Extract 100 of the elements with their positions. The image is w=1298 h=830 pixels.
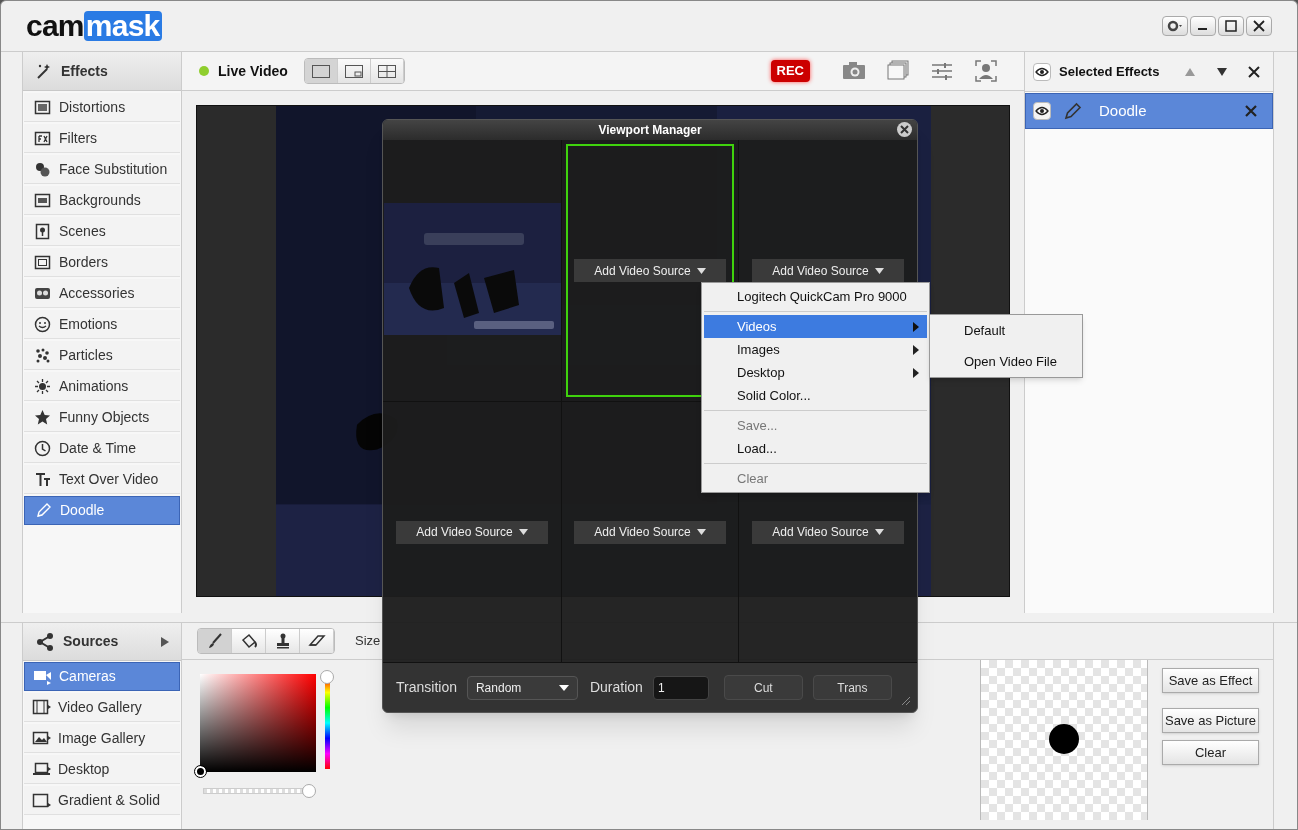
menu-item[interactable]: Load... [704, 437, 927, 460]
color-picker[interactable] [200, 674, 316, 772]
effect-item[interactable]: Particles [24, 341, 180, 370]
effect-item[interactable]: Face Substitution [24, 155, 180, 184]
brush-tool-button[interactable] [198, 629, 232, 653]
dropdown-arrow-icon [558, 684, 569, 691]
slider-thumb[interactable] [320, 670, 334, 684]
dropdown-arrow-icon [874, 529, 884, 535]
dialog-button[interactable]: Cut [723, 675, 803, 700]
action-button[interactable]: Save as Effect [1162, 668, 1259, 693]
effect-item[interactable]: Backgrounds [24, 186, 180, 215]
visibility-toggle[interactable] [1033, 102, 1051, 120]
smiley-icon [34, 315, 51, 333]
dropdown-arrow-icon [874, 267, 884, 274]
live-video-label: Live Video [218, 61, 288, 81]
remove-button[interactable] [1247, 64, 1261, 79]
layout-button[interactable] [337, 59, 371, 83]
effect-item[interactable]: Animations [24, 372, 180, 401]
effect-item[interactable]: Text Over Video [24, 465, 180, 494]
effect-item[interactable]: Filters [24, 124, 180, 153]
source-item[interactable]: Gradient & Solid [24, 786, 180, 815]
logo-text: mask [83, 11, 162, 41]
transition-dropdown[interactable]: Random [466, 675, 578, 700]
menu-item[interactable]: Open Video File [930, 350, 1082, 373]
close-button[interactable] [1246, 16, 1272, 36]
close-icon [1253, 20, 1265, 32]
paint-bucket-tool-button[interactable] [232, 629, 266, 653]
eraser-tool-button[interactable] [300, 629, 334, 653]
effect-item[interactable]: Accessories [24, 279, 180, 308]
add-video-source-button[interactable]: Add Video Source [574, 520, 726, 544]
effect-item[interactable]: Funny Objects [24, 403, 180, 432]
add-video-source-button[interactable]: Add Video Source [752, 520, 904, 544]
slider-thumb[interactable] [302, 784, 316, 798]
expand-arrow-icon [161, 636, 169, 647]
tool-group[interactable] [197, 628, 335, 654]
person-frame-button[interactable] [974, 59, 998, 83]
rec-button[interactable]: REC [770, 60, 810, 82]
text-lines-icon [34, 470, 51, 488]
minimize-button[interactable] [1190, 16, 1216, 36]
effect-item[interactable]: Doodle [24, 496, 180, 525]
maximize-button[interactable] [1218, 16, 1244, 36]
effect-item[interactable]: Scenes [24, 217, 180, 246]
border-icon [34, 253, 51, 271]
windows-button[interactable] [886, 59, 910, 83]
panel-title: Sources [63, 632, 120, 651]
menu-item[interactable]: Default [930, 319, 1082, 342]
effect-item[interactable]: Distortions [24, 93, 180, 122]
film-icon [32, 698, 52, 716]
dropdown-arrow-icon [696, 529, 706, 535]
menu-item[interactable]: Videos [704, 315, 927, 338]
dialog-button[interactable]: Trans [812, 675, 892, 700]
image-icon [32, 729, 52, 747]
layout-button[interactable] [370, 59, 404, 83]
effect-item[interactable]: Emotions [24, 310, 180, 339]
stamp-tool-button[interactable] [266, 629, 300, 653]
settings-button[interactable] [1162, 16, 1188, 36]
source-item[interactable]: Video Gallery [24, 693, 180, 722]
minimize-icon [1198, 28, 1207, 30]
source-item[interactable]: Desktop [24, 755, 180, 784]
selected-effect-item[interactable]: Doodle [1025, 93, 1273, 129]
action-button[interactable]: Clear [1162, 740, 1259, 765]
sun-icon [34, 377, 51, 395]
doodle-canvas[interactable] [980, 660, 1148, 820]
effect-item[interactable]: Date & Time [24, 434, 180, 463]
share-icon [35, 631, 55, 652]
duration-field[interactable]: 1 [652, 675, 709, 700]
add-video-source-button[interactable]: Add Video Source [396, 520, 548, 544]
filter-icon [34, 129, 51, 147]
menu-item[interactable]: Logitech QuickCam Pro 9000 [704, 285, 927, 308]
pencil-icon [35, 502, 52, 519]
submenu-arrow-icon [913, 344, 919, 355]
size-label: Size [355, 632, 381, 651]
clock-icon [34, 439, 51, 457]
dropdown-arrow-icon [696, 267, 706, 274]
color-picker-handle[interactable] [195, 766, 206, 777]
transition-label: Transition [396, 678, 457, 697]
close-button[interactable] [897, 122, 912, 137]
resize-grip-icon [901, 696, 911, 706]
source-item[interactable]: Cameras [24, 662, 180, 691]
panel-title: Effects [61, 61, 108, 81]
rectangle-icon [32, 791, 52, 809]
pin-icon [34, 222, 51, 240]
menu-item[interactable]: Solid Color... [704, 384, 927, 407]
gear-icon [1167, 20, 1179, 32]
visibility-toggle[interactable] [1033, 62, 1051, 81]
menu-item[interactable]: Images [704, 338, 927, 361]
duration-label: Duration [589, 678, 643, 697]
action-button[interactable]: Save as Picture [1162, 708, 1259, 733]
submenu-arrow-icon [913, 367, 919, 378]
faces-icon [34, 160, 51, 178]
effect-item[interactable]: Borders [24, 248, 180, 277]
source-item[interactable]: Image Gallery [24, 724, 180, 753]
layout-toggle-group[interactable] [303, 58, 405, 84]
logo-text: cam [26, 11, 84, 41]
menu-item[interactable]: Desktop [704, 361, 927, 384]
add-video-source-button[interactable]: Add Video Source [752, 259, 904, 282]
submenu-arrow-icon [913, 321, 919, 332]
add-video-source-button[interactable]: Add Video Source [574, 259, 726, 282]
layout-button[interactable] [304, 59, 338, 83]
dropdown-arrow-icon [518, 529, 528, 535]
